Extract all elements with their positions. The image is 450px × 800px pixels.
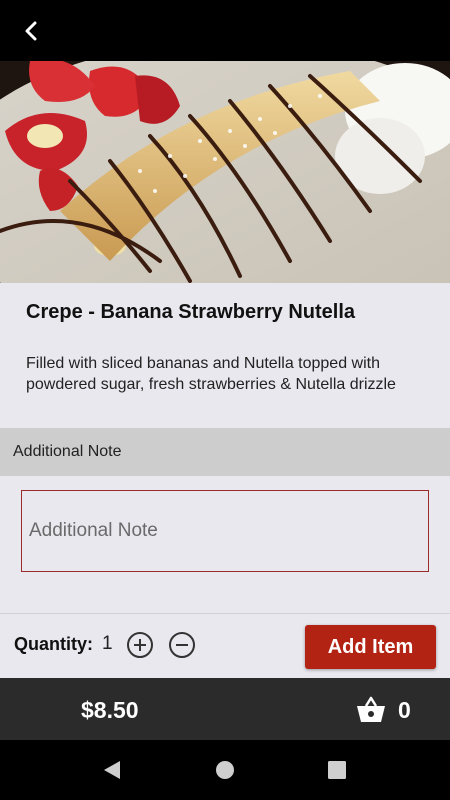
note-header-label: Additional Note (13, 443, 122, 460)
chevron-left-icon (25, 21, 37, 41)
circle-home-icon[interactable] (213, 758, 237, 782)
minus-circle-icon[interactable] (168, 631, 196, 659)
back-button[interactable] (14, 14, 48, 48)
item-title: Crepe - Banana Strawberry Nutella (26, 301, 355, 323)
basket-icon[interactable] (355, 696, 387, 724)
cart-count: 0 (398, 697, 411, 723)
cart-total: $8.50 (81, 697, 139, 723)
item-details: Crepe - Banana Strawberry Nutella Filled… (0, 283, 450, 678)
triangle-back-icon[interactable] (100, 758, 124, 782)
quantity-value: 1 (102, 633, 113, 654)
top-bar (0, 0, 450, 61)
item-image (0, 61, 450, 283)
note-section-header: Additional Note (0, 428, 450, 476)
item-description: Filled with sliced bananas and Nutella t… (26, 355, 396, 393)
system-nav-bar (0, 740, 450, 800)
plus-circle-icon[interactable] (126, 631, 154, 659)
quantity-bar: Quantity: 1 Add Item (0, 613, 450, 678)
square-recents-icon[interactable] (325, 758, 349, 782)
add-item-button[interactable]: Add Item (305, 625, 436, 669)
additional-note-input[interactable] (21, 490, 429, 572)
cart-bar: $8.50 0 (0, 678, 450, 740)
quantity-label: Quantity: (14, 634, 93, 654)
